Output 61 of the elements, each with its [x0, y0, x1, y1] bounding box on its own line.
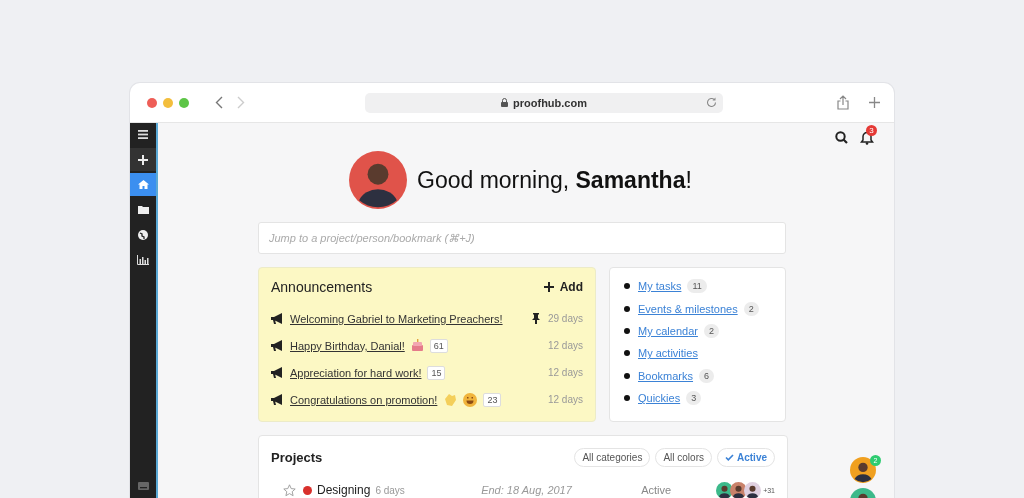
plus-icon[interactable] — [138, 154, 148, 165]
announcement-link[interactable]: Appreciation for hard work! — [290, 366, 422, 379]
chart-icon[interactable] — [137, 254, 149, 265]
home-icon[interactable] — [137, 180, 149, 189]
notification-count: 3 — [866, 125, 877, 136]
grinning-face-icon — [463, 392, 478, 407]
greeting: Good morning, Samantha! — [417, 166, 692, 194]
share-icon[interactable] — [837, 95, 849, 110]
quick-link[interactable]: My tasks — [638, 280, 682, 293]
announcement-age: 29 days — [547, 313, 583, 324]
back-icon[interactable] — [215, 96, 223, 109]
announcement-age: 12 days — [547, 367, 583, 378]
star-icon[interactable] — [283, 483, 296, 497]
announcement-link[interactable]: Congratulations on promotion! — [290, 393, 438, 406]
address-bar[interactable]: proofhub.com — [365, 92, 723, 113]
quick-link[interactable]: Bookmarks — [638, 369, 694, 382]
megaphone-icon — [271, 340, 284, 351]
check-icon — [725, 454, 734, 461]
quick-link[interactable]: Quickies — [638, 392, 681, 405]
quick-link[interactable]: My calendar — [638, 324, 698, 337]
count-badge: 11 — [687, 279, 707, 294]
reload-icon[interactable] — [706, 96, 717, 108]
lock-icon — [501, 98, 509, 107]
megaphone-icon — [271, 394, 284, 405]
search-field[interactable]: Jump to a project/person/bookmark (⌘+J) — [258, 222, 786, 254]
count-badge: 2 — [743, 301, 759, 316]
bell-icon[interactable] — [860, 131, 874, 145]
menu-icon[interactable] — [138, 130, 148, 139]
count-badge: 2 — [703, 323, 719, 338]
sidebar-item[interactable] — [130, 148, 156, 171]
close-window-button[interactable] — [147, 97, 157, 108]
search-icon[interactable] — [835, 131, 848, 144]
user-avatar — [349, 151, 407, 209]
comment-count: 61 — [429, 338, 448, 353]
comment-count: 23 — [483, 392, 502, 407]
add-button[interactable]: Add — [543, 279, 583, 294]
project-status: Active — [641, 484, 673, 496]
project-name[interactable]: Designing — [317, 483, 371, 497]
project-duration: 6 days — [375, 484, 405, 496]
quick-link[interactable]: Events & milestones — [638, 302, 738, 315]
new-tab-icon[interactable] — [869, 97, 880, 108]
project-end-date: End: 18 Aug, 2017 — [481, 484, 573, 496]
announcement-age: 12 days — [547, 394, 583, 405]
comment-count: 15 — [427, 365, 446, 380]
megaphone-icon — [271, 313, 284, 324]
chat-avatar — [850, 457, 876, 483]
globe-icon[interactable] — [138, 229, 148, 240]
announcement-link[interactable]: Happy Birthday, Danial! — [290, 339, 405, 352]
cake-icon — [410, 339, 424, 352]
member-avatar — [744, 481, 762, 498]
card-title: Announcements — [271, 278, 373, 295]
megaphone-icon — [271, 367, 284, 378]
announcement-link[interactable]: Welcoming Gabriel to Marketing Preachers! — [290, 312, 503, 325]
plus-icon — [543, 281, 554, 292]
keyboard-icon[interactable] — [137, 482, 149, 490]
quick-link[interactable]: My activities — [638, 347, 698, 360]
card-title: Projects — [271, 450, 323, 465]
folder-icon[interactable] — [137, 205, 149, 214]
count-badge: 6 — [699, 368, 715, 383]
count-badge: 3 — [686, 391, 702, 406]
announcement-age: 12 days — [547, 340, 583, 351]
